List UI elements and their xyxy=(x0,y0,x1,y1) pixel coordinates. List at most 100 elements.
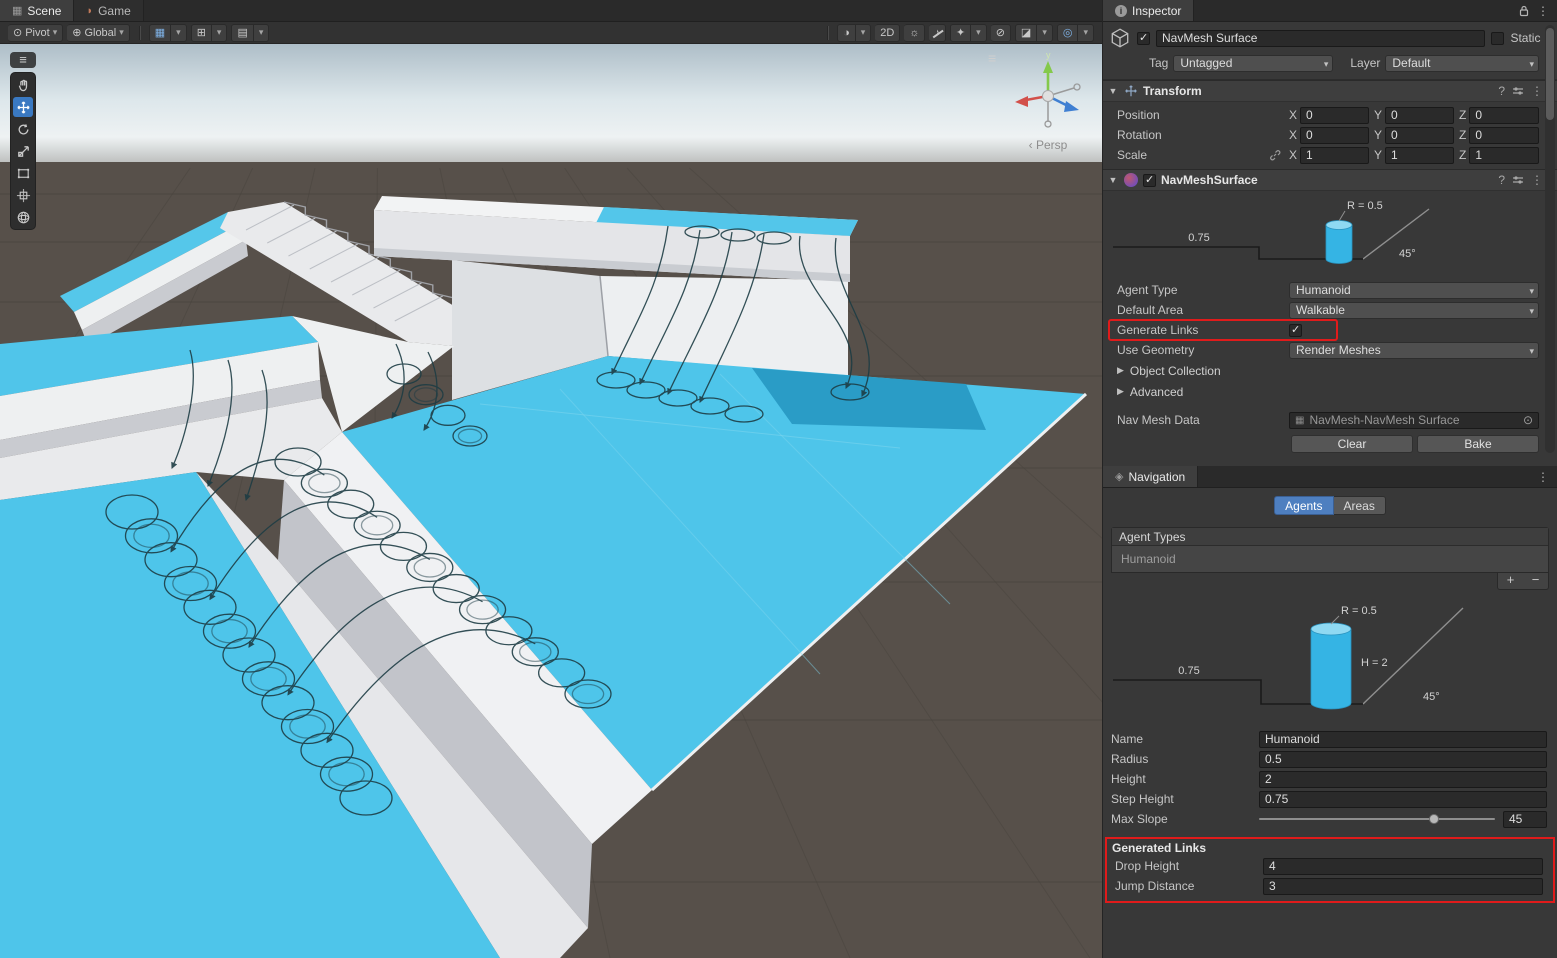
2d-view-toggle[interactable]: 2D xyxy=(875,24,900,42)
tab-inspector[interactable]: i Inspector xyxy=(1103,0,1194,21)
grid-visibility-dropdown[interactable]: ▦ ▾ xyxy=(149,24,187,42)
rotate-tool-button[interactable] xyxy=(13,119,33,139)
foldout-icon[interactable]: ▼ xyxy=(1107,175,1119,185)
layer-dropdown[interactable]: Default▾ xyxy=(1385,55,1539,72)
max-slope-slider[interactable] xyxy=(1259,818,1495,820)
agent-type-dropdown[interactable]: Humanoid▾ xyxy=(1289,282,1539,299)
custom-tool-button[interactable] xyxy=(13,207,33,227)
scale-z-field[interactable]: 1 xyxy=(1469,147,1539,164)
camera-icon: ◪ xyxy=(1021,26,1031,39)
tab-navigation[interactable]: ◈ Navigation xyxy=(1103,466,1198,487)
shading-mode-dropdown[interactable]: ◑ ▾ xyxy=(837,24,871,42)
scene-lighting-toggle[interactable]: ☼ xyxy=(904,24,925,42)
agent-height-field[interactable]: 2 xyxy=(1259,771,1547,788)
agents-tab[interactable]: Agents xyxy=(1274,496,1333,515)
scrollbar-thumb[interactable] xyxy=(1546,28,1554,120)
scale-row: Scale X1 Y1 Z1 xyxy=(1103,145,1557,165)
scale-x-field[interactable]: 1 xyxy=(1300,147,1369,164)
help-icon[interactable]: ? xyxy=(1498,173,1505,187)
rect-tool-button[interactable] xyxy=(13,163,33,183)
rotation-y-field[interactable]: 0 xyxy=(1385,127,1454,144)
gizmos-dropdown[interactable]: ◎ ▾ xyxy=(1057,24,1094,42)
agent-type-item[interactable]: Humanoid xyxy=(1112,546,1548,572)
max-slope-field[interactable]: 45 xyxy=(1503,811,1547,828)
tab-game[interactable]: ◗ Game xyxy=(74,0,143,21)
snap-increment-dropdown[interactable]: ▤ ▾ xyxy=(231,24,269,42)
drop-height-field[interactable]: 4 xyxy=(1263,858,1543,875)
position-z-field[interactable]: 0 xyxy=(1469,107,1539,124)
name-row: Name Humanoid xyxy=(1103,729,1557,749)
position-y-field[interactable]: 0 xyxy=(1385,107,1454,124)
navigation-menu-icon[interactable]: ⋮ xyxy=(1537,470,1549,484)
scale-tool-button[interactable] xyxy=(13,141,33,161)
move-tool-button[interactable] xyxy=(13,97,33,117)
chevron-down-icon: ▾ xyxy=(861,27,866,38)
tab-scene[interactable]: ▦ Scene xyxy=(0,0,74,21)
camera-settings-dropdown[interactable]: ◪ ▾ xyxy=(1015,24,1053,42)
agent-type-row: Agent Type Humanoid▾ xyxy=(1103,280,1557,300)
diagram-step-label: 0.75 xyxy=(1188,232,1209,244)
object-collection-foldout[interactable]: ▶ Object Collection xyxy=(1103,360,1557,381)
hand-tool-button[interactable] xyxy=(13,75,33,95)
position-x-field[interactable]: 0 xyxy=(1300,107,1369,124)
presets-icon[interactable] xyxy=(1512,86,1524,96)
jump-distance-field[interactable]: 3 xyxy=(1263,878,1543,895)
tool-strip-menu-icon[interactable]: ≡ xyxy=(10,52,36,68)
presets-icon[interactable] xyxy=(1512,175,1524,185)
component-menu-icon[interactable]: ⋮ xyxy=(1531,173,1543,187)
transform-tool-button[interactable] xyxy=(13,185,33,205)
projection-mode-label[interactable]: ‹ Persp xyxy=(994,138,1102,152)
advanced-foldout[interactable]: ▶ Advanced xyxy=(1103,381,1557,402)
remove-agent-button[interactable]: − xyxy=(1523,573,1548,589)
overlay-menu-icon[interactable]: ≡ xyxy=(988,50,996,66)
mesh-thumb-icon: ▦ xyxy=(1295,415,1304,426)
effects-dropdown[interactable]: ✦ ▾ xyxy=(950,24,987,42)
navmeshsurface-header[interactable]: ▼ NavMeshSurface ? ⋮ xyxy=(1103,169,1557,191)
transform-header[interactable]: ▼ Transform ? ⋮ xyxy=(1103,80,1557,102)
scene-tabbar: ▦ Scene ◗ Game xyxy=(0,0,1102,22)
agent-types-footer: + − xyxy=(1103,573,1557,590)
scene-viewport[interactable] xyxy=(0,44,1102,958)
static-checkbox[interactable] xyxy=(1491,32,1504,45)
foldout-icon[interactable]: ▼ xyxy=(1107,86,1119,96)
chevron-down-icon: ▾ xyxy=(119,27,124,38)
scene-audio-toggle[interactable]: ♪ xyxy=(929,24,946,42)
use-geometry-dropdown[interactable]: Render Meshes▾ xyxy=(1289,342,1539,359)
slider-knob[interactable] xyxy=(1429,814,1439,824)
lock-icon[interactable] xyxy=(1519,5,1529,17)
bake-button[interactable]: Bake xyxy=(1417,435,1539,453)
pivot-dropdown[interactable]: ⊙Pivot▾ xyxy=(8,24,63,42)
scene-visibility-toggle[interactable]: ⊘ xyxy=(991,24,1011,42)
gameobject-name-field[interactable]: NavMesh Surface xyxy=(1156,30,1485,47)
tag-dropdown[interactable]: Untagged▾ xyxy=(1173,55,1333,72)
component-menu-icon[interactable]: ⋮ xyxy=(1531,84,1543,98)
scale-y-field[interactable]: 1 xyxy=(1385,147,1454,164)
step-height-field[interactable]: 0.75 xyxy=(1259,791,1547,808)
orientation-gizmo[interactable]: y xyxy=(1002,48,1094,140)
object-picker-icon[interactable]: ⊙ xyxy=(1523,413,1533,427)
inspector-menu-icon[interactable]: ⋮ xyxy=(1537,4,1549,18)
generate-links-checkbox[interactable] xyxy=(1289,324,1302,337)
rect-icon xyxy=(18,169,27,177)
chevron-down-icon: ▾ xyxy=(217,27,222,38)
help-icon[interactable]: ? xyxy=(1498,84,1505,98)
gizmos-icon: ◎ xyxy=(1063,26,1073,39)
clear-button[interactable]: Clear xyxy=(1291,435,1413,453)
nav-mesh-data-field[interactable]: ▦ NavMesh-NavMesh Surface ⊙ xyxy=(1289,412,1539,429)
rotation-z-field[interactable]: 0 xyxy=(1469,127,1539,144)
gameobject-active-checkbox[interactable] xyxy=(1137,32,1150,45)
inspector-scrollbar[interactable] xyxy=(1545,25,1555,453)
handle-rotation-dropdown[interactable]: ⊕Global▾ xyxy=(67,24,130,42)
navmeshsurface-enabled-checkbox[interactable] xyxy=(1143,174,1156,187)
rotation-x-field[interactable]: 0 xyxy=(1300,127,1369,144)
add-agent-button[interactable]: + xyxy=(1498,573,1523,589)
agent-radius-field[interactable]: 0.5 xyxy=(1259,751,1547,768)
agent-settings: Name Humanoid Radius 0.5 Height 2 Step H… xyxy=(1103,729,1557,829)
agent-name-field[interactable]: Humanoid xyxy=(1259,731,1547,748)
grid-snapping-dropdown[interactable]: ⊞ ▾ xyxy=(191,24,228,42)
default-area-dropdown[interactable]: Walkable▾ xyxy=(1289,302,1539,319)
areas-tab[interactable]: Areas xyxy=(1334,496,1386,515)
constrain-proportions-icon[interactable] xyxy=(1269,149,1281,161)
layer-label: Layer xyxy=(1350,56,1380,70)
toolbar-separator xyxy=(827,26,828,40)
